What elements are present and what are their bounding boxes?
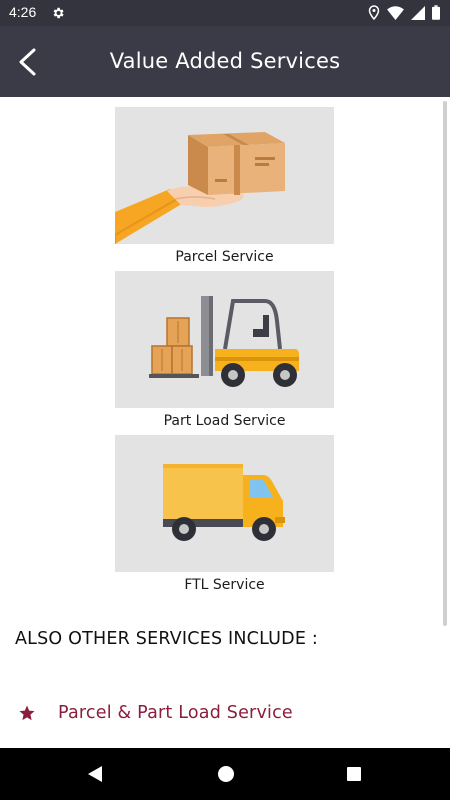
status-bar: 4:26	[0, 0, 450, 26]
battery-icon	[432, 5, 440, 20]
service-card-ftl[interactable]: FTL Service	[115, 435, 334, 593]
signal-icon	[411, 5, 425, 20]
service-card-parcel[interactable]: Parcel Service	[114, 107, 334, 265]
service-caption: FTL Service	[184, 577, 265, 593]
gear-icon	[53, 7, 64, 19]
home-circle-icon[interactable]	[216, 764, 236, 784]
other-service-label: Parcel & Part Load Service	[58, 703, 293, 723]
back-triangle-icon[interactable]	[86, 764, 104, 784]
wifi-icon	[387, 5, 404, 20]
parcel-hand-illustration	[114, 107, 334, 244]
service-card-part-load[interactable]: Part Load Service	[115, 271, 334, 429]
location-icon	[368, 5, 380, 20]
forklift-illustration	[115, 271, 334, 408]
recents-square-icon[interactable]	[345, 764, 363, 784]
page-title: Value Added Services	[109, 49, 341, 73]
truck-illustration	[115, 435, 334, 572]
app-bar: Value Added Services	[0, 26, 450, 97]
other-services-heading: ALSO OTHER SERVICES INCLUDE :	[15, 629, 318, 649]
star-icon	[19, 705, 35, 721]
status-time: 4:26	[9, 4, 37, 20]
list-item-other-service[interactable]: Parcel & Part Load Service	[18, 703, 293, 723]
services-content[interactable]: Parcel Service Part Load Service FTL Ser…	[0, 97, 450, 748]
scrollbar[interactable]	[443, 101, 447, 626]
service-caption: Part Load Service	[163, 413, 286, 429]
system-nav-bar	[0, 748, 450, 800]
service-caption: Parcel Service	[175, 249, 274, 265]
